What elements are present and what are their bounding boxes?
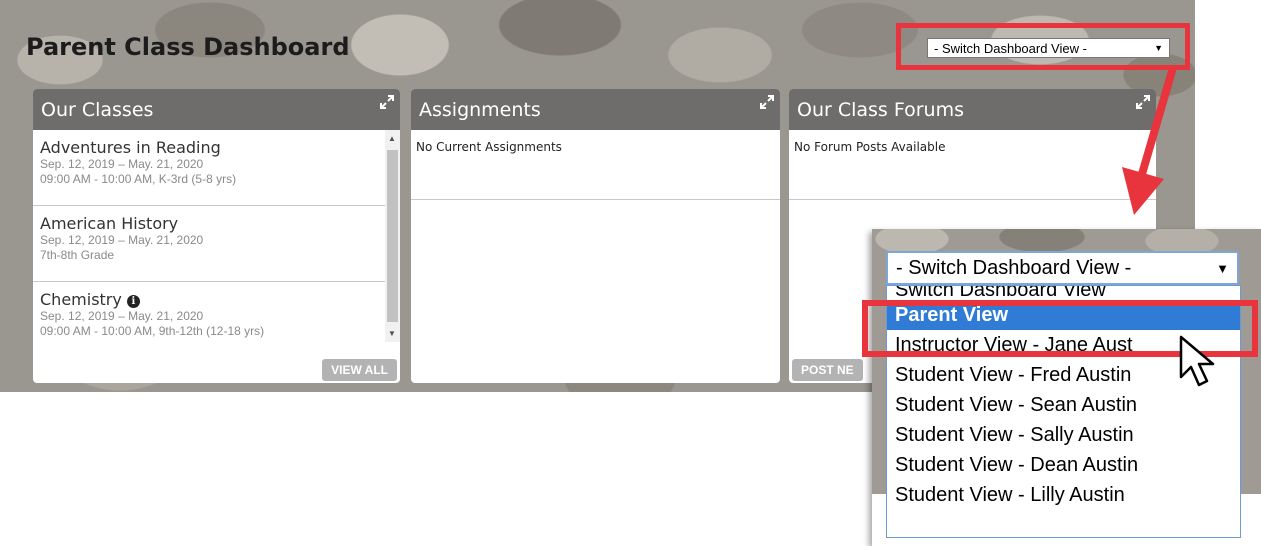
widget-title: Assignments — [419, 99, 541, 121]
dropdown-option-header[interactable]: Switch Dashboard View — [887, 286, 1240, 300]
dropdown-option-student-lilly[interactable]: Student View - Lilly Austin — [887, 480, 1240, 510]
dropdown-caret-icon: ▼ — [1154, 43, 1163, 53]
class-item[interactable]: Adventures in Reading Sep. 12, 2019 – Ma… — [33, 130, 385, 206]
class-dates: Sep. 12, 2019 – May. 21, 2020 — [40, 309, 204, 323]
assignments-widget: Assignments No Current Assignments — [411, 89, 780, 383]
class-name[interactable]: Chemistry — [40, 290, 122, 309]
class-name[interactable]: American History — [40, 214, 378, 233]
class-name[interactable]: Adventures in Reading — [40, 138, 378, 157]
zoomed-view-select[interactable]: - Switch Dashboard View - ▼ — [886, 251, 1239, 285]
class-list: Adventures in Reading Sep. 12, 2019 – Ma… — [33, 130, 385, 342]
class-item[interactable]: Chemistry i Sep. 12, 2019 – May. 21, 202… — [33, 282, 385, 342]
dropdown-option-student-sally[interactable]: Student View - Sally Austin — [887, 420, 1240, 450]
class-details: 09:00 AM - 10:00 AM, 9th-12th (12-18 yrs… — [40, 324, 265, 338]
callout-arrow-icon — [1122, 67, 1176, 215]
widget-title: Our Class Forums — [797, 99, 965, 121]
page-title: Parent Class Dashboard — [26, 33, 350, 61]
class-item[interactable]: American History Sep. 12, 2019 – May. 21… — [33, 206, 385, 282]
mouse-pointer-icon — [1179, 335, 1215, 387]
dashboard-view-select[interactable]: - Switch Dashboard View - ▼ — [927, 38, 1170, 58]
widget-header: Assignments — [411, 89, 780, 130]
class-details: 09:00 AM - 10:00 AM, K-3rd (5-8 yrs) — [40, 172, 237, 186]
class-dates: Sep. 12, 2019 – May. 21, 2020 — [40, 233, 204, 247]
dashboard-view-select-label: - Switch Dashboard View - — [934, 40, 1087, 56]
dropdown-option-student-sean[interactable]: Student View - Sean Austin — [887, 390, 1240, 420]
our-classes-widget: Our Classes Adventures in Reading Sep. 1… — [33, 89, 400, 383]
scroll-down-icon[interactable]: ▼ — [388, 329, 396, 338]
empty-message: No Current Assignments — [411, 130, 780, 200]
class-details: 7th-8th Grade — [40, 248, 115, 262]
zoomed-select-label: - Switch Dashboard View - — [896, 256, 1132, 279]
dropdown-caret-icon: ▼ — [1216, 260, 1229, 276]
class-dates: Sep. 12, 2019 – May. 21, 2020 — [40, 157, 204, 171]
dropdown-option-student-dean[interactable]: Student View - Dean Austin — [887, 450, 1240, 480]
scroll-thumb[interactable] — [387, 150, 398, 322]
class-list-scrollbar[interactable]: ▲ ▼ — [385, 130, 400, 342]
class-name-row[interactable]: Chemistry i — [40, 290, 378, 309]
scroll-up-icon[interactable]: ▲ — [388, 134, 396, 143]
info-icon[interactable]: i — [126, 295, 140, 308]
widget-title: Our Classes — [41, 99, 154, 121]
view-all-button[interactable]: VIEW ALL — [322, 359, 397, 381]
post-new-button[interactable]: POST NE — [792, 359, 863, 381]
expand-icon[interactable] — [380, 95, 394, 109]
expand-icon[interactable] — [760, 95, 774, 109]
widget-header: Our Classes — [33, 89, 400, 130]
